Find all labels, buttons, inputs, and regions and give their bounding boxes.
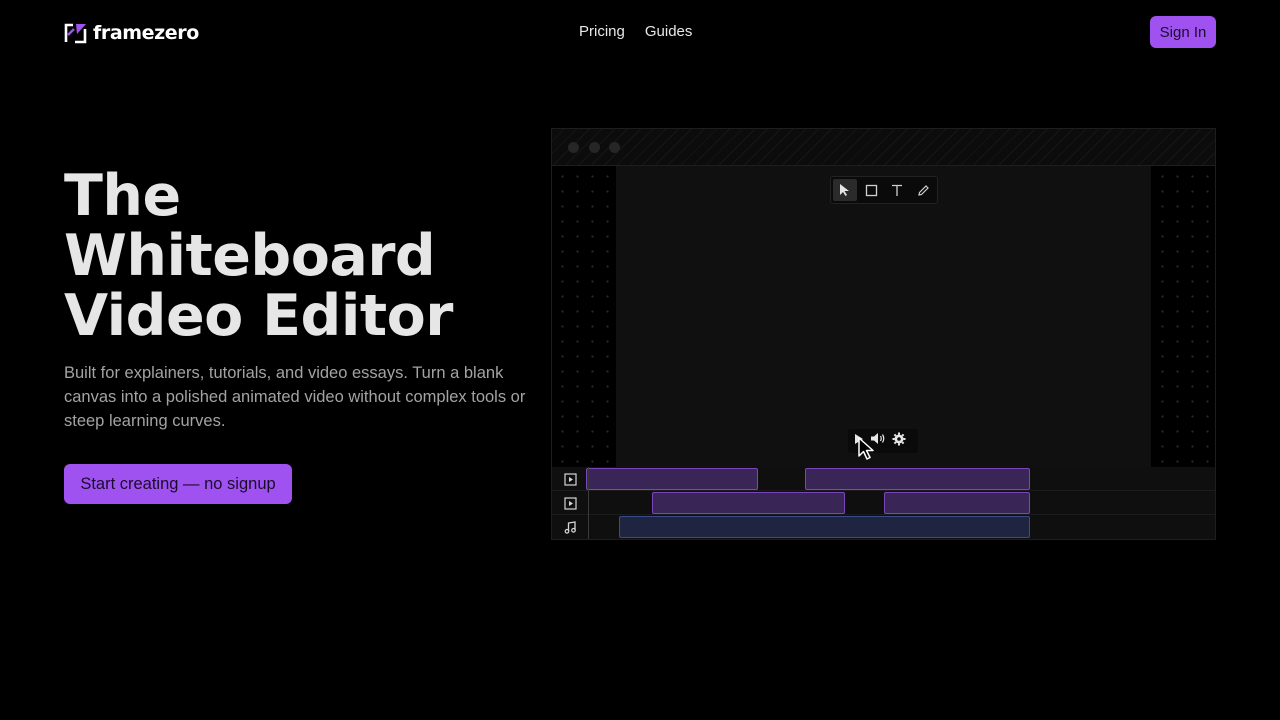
- video-track-icon: [552, 491, 588, 515]
- hero-subtitle: Built for explainers, tutorials, and vid…: [64, 364, 526, 430]
- text-icon[interactable]: [885, 179, 909, 201]
- editor-preview: [551, 128, 1216, 540]
- hero-title: The Whiteboard Video Editor: [64, 166, 534, 346]
- video-track: [552, 491, 1215, 515]
- timeline-clip[interactable]: [586, 468, 758, 490]
- timeline: [552, 467, 1215, 539]
- sign-in-button[interactable]: Sign In: [1150, 16, 1216, 48]
- editor-titlebar: [552, 129, 1215, 166]
- hero-title-line: Video Editor: [64, 283, 453, 349]
- drawing-toolbar: [830, 176, 938, 204]
- timeline-playhead[interactable]: [588, 467, 589, 539]
- mouse-cursor-icon: [857, 437, 877, 466]
- framezero-logo-icon: [64, 23, 87, 44]
- start-creating-button[interactable]: Start creating — no signup: [64, 464, 292, 504]
- video-track: [552, 467, 1215, 491]
- window-dot: [568, 142, 579, 153]
- whiteboard-canvas[interactable]: [616, 166, 1151, 467]
- window-dot: [609, 142, 620, 153]
- timeline-clip[interactable]: [652, 492, 845, 514]
- rectangle-icon[interactable]: [859, 179, 883, 201]
- timeline-clip[interactable]: [619, 516, 1030, 538]
- music-note-icon: [552, 515, 588, 539]
- timeline-clip[interactable]: [805, 468, 1030, 490]
- timeline-clip[interactable]: [884, 492, 1030, 514]
- pencil-icon[interactable]: [911, 179, 935, 201]
- pointer-icon[interactable]: [833, 179, 857, 201]
- brand-logo[interactable]: framezero: [64, 21, 199, 45]
- main-nav: Pricing Guides: [579, 23, 692, 41]
- brand-name: framezero: [93, 22, 199, 44]
- settings-icon[interactable]: [892, 432, 906, 451]
- hero-title-line: Whiteboard: [64, 223, 436, 289]
- hero-title-line: The: [64, 163, 181, 229]
- nav-pricing-link[interactable]: Pricing: [579, 23, 625, 41]
- audio-track: [552, 515, 1215, 539]
- video-track-icon: [552, 467, 588, 491]
- window-dot: [589, 142, 600, 153]
- nav-guides-link[interactable]: Guides: [645, 23, 693, 41]
